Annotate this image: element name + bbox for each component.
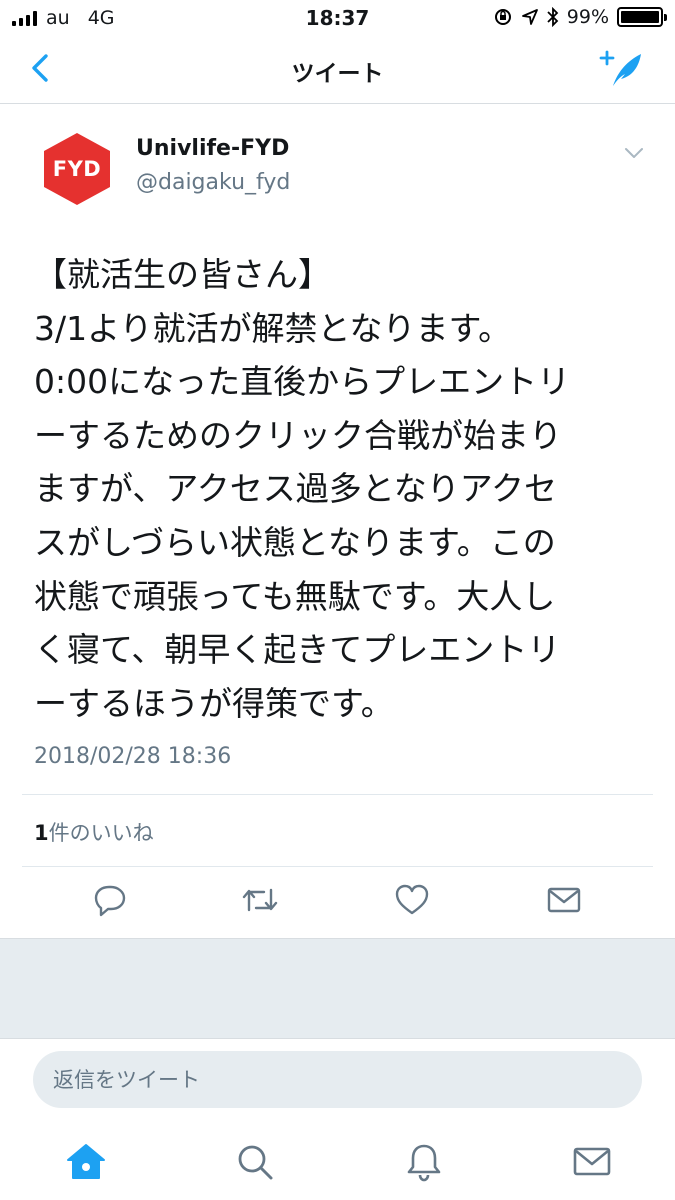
reply-input[interactable] [33,1051,642,1108]
reply-icon [94,885,126,917]
nav-bar: ツイート [0,34,675,104]
tab-search[interactable] [233,1140,277,1184]
like-button[interactable] [392,880,432,920]
status-bar: au 4G 18:37 99% [0,0,675,34]
heart-icon [395,884,429,915]
likes-number: 1 [34,821,49,845]
likes-label: 件のいいね [48,821,154,845]
bell-icon [407,1144,441,1182]
avatar-text: FYD [52,157,102,181]
tweet-actions [0,880,675,926]
compose-tweet-icon [599,50,641,86]
tweet-text: 【就活生の皆さん】 3/1より就活が解禁となります。 0:00になった直後からプ… [34,255,571,723]
display-name[interactable]: Univlife-FYD [136,136,289,161]
tab-home[interactable] [64,1140,108,1184]
reply-bar [0,1038,675,1120]
battery-percentage: 99% [566,6,609,28]
page-title: ツイート [291,61,384,87]
divider [22,866,653,867]
likes-count[interactable]: 1件のいいね [34,817,154,847]
empty-replies-area [0,938,675,1038]
messages-icon [573,1147,611,1176]
battery-level [621,11,659,23]
tweet-timestamp: 2018/02/28 18:36 [34,744,232,769]
divider [22,794,653,795]
home-icon [67,1144,105,1179]
tab-bar [0,1120,675,1200]
chevron-down-icon [625,148,643,158]
reply-button[interactable] [90,880,130,920]
user-handle[interactable]: @daigaku_fyd [136,170,290,195]
direct-message-button[interactable] [544,880,584,920]
location-icon [521,9,538,25]
battery-icon [617,7,667,27]
envelope-icon [547,887,581,913]
search-icon [238,1145,273,1180]
avatar[interactable]: FYD [44,133,110,205]
retweet-button[interactable] [240,880,280,920]
tweet-options-button[interactable] [622,144,646,162]
retweet-icon [242,888,278,912]
orientation-lock-icon [494,9,511,25]
tab-notifications[interactable] [402,1140,446,1184]
bluetooth-icon [547,7,559,27]
compose-tweet-button[interactable] [599,46,647,94]
status-right: 99% [493,6,667,28]
tab-messages[interactable] [570,1140,614,1184]
